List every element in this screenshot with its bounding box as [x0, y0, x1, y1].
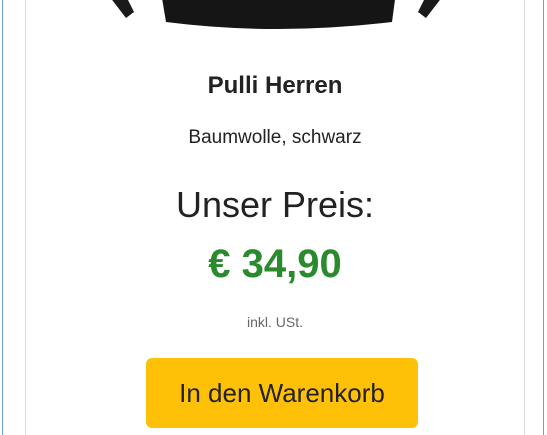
page: Pulli Herren Baumwolle, schwarz Unser Pr… [0, 0, 547, 435]
price-label: Unser Preis: [175, 184, 375, 225]
sweater-image [66, 0, 486, 34]
frame-right-border [543, 0, 544, 435]
product-card: Pulli Herren Baumwolle, schwarz Unser Pr… [25, 0, 525, 435]
product-price: € 34,90 [208, 242, 342, 286]
product-title: Pulli Herren [207, 72, 343, 99]
product-description: Baumwolle, schwarz [188, 127, 362, 148]
frame-left-border [2, 0, 3, 435]
tax-note: inkl. USt. [246, 314, 303, 330]
add-to-cart-button[interactable]: In den Warenkorb [146, 358, 418, 428]
